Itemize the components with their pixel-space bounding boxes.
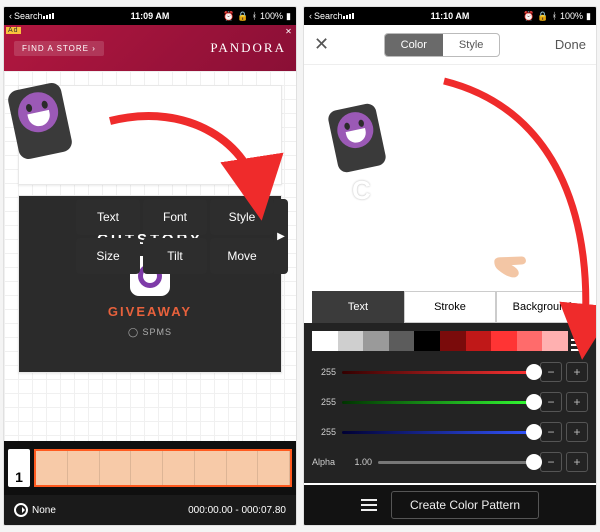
- segment-style[interactable]: Style: [443, 34, 499, 56]
- rotation-lock-icon: 🔒: [537, 11, 548, 22]
- pattern-bar: Create Color Pattern: [304, 485, 596, 525]
- slider-thumb[interactable]: [526, 394, 542, 410]
- done-button[interactable]: Done: [555, 37, 586, 52]
- battery-icon: ▮: [286, 11, 291, 22]
- phone-sticker[interactable]: [6, 81, 73, 161]
- swatch[interactable]: [363, 331, 389, 351]
- style-preview[interactable]: C: [304, 65, 596, 291]
- slider-thumb[interactable]: [526, 424, 542, 440]
- minus-button[interactable]: −: [540, 392, 562, 412]
- alarm-icon: ⏰: [223, 11, 234, 22]
- ad-brand: PANDORA: [210, 40, 286, 56]
- segment-color[interactable]: Color: [385, 34, 443, 56]
- popup-tilt[interactable]: Tilt: [143, 238, 207, 274]
- promo-sub: GIVEAWAY: [108, 304, 192, 319]
- swatch[interactable]: [312, 331, 338, 351]
- swatch[interactable]: [389, 331, 415, 351]
- smiley-face-icon: [334, 109, 377, 152]
- editor-canvas[interactable]: Text Font Style Size Tilt Move ▶ CUTSTOR…: [4, 71, 296, 441]
- banner-ad[interactable]: Ad FIND A STORE › PANDORA ✕: [4, 25, 296, 71]
- ad-cta[interactable]: FIND A STORE ›: [14, 41, 104, 56]
- status-time: 11:09 AM: [131, 11, 170, 21]
- blue-value: 255: [312, 427, 336, 437]
- slider-green[interactable]: 255 −+: [312, 389, 588, 415]
- signal-icon: [43, 13, 54, 19]
- green-value: 255: [312, 397, 336, 407]
- timeline[interactable]: 1: [4, 441, 296, 495]
- rotation-lock-icon: 🔒: [237, 11, 248, 22]
- swatch[interactable]: [338, 331, 364, 351]
- ios-status-bar: ‹ Search 11:10 AM ⏰ 🔒 ᚼ 100% ▮: [304, 7, 596, 25]
- red-value: 255: [312, 367, 336, 377]
- smiley-face-icon: [14, 88, 61, 135]
- minus-button[interactable]: −: [540, 362, 562, 382]
- minus-button[interactable]: −: [540, 452, 562, 472]
- left-screen: ‹ Search 11:09 AM ⏰ 🔒 ᚼ 100% ▮ Ad FIND A…: [3, 6, 297, 526]
- ad-close-icon[interactable]: ✕: [284, 27, 294, 37]
- battery-pct: 100%: [260, 11, 283, 21]
- plus-button[interactable]: +: [566, 362, 588, 382]
- minus-button[interactable]: −: [540, 422, 562, 442]
- signal-icon: [343, 13, 354, 19]
- clip-index[interactable]: 1: [8, 449, 30, 487]
- slider-thumb[interactable]: [526, 364, 542, 380]
- create-pattern-button[interactable]: Create Color Pattern: [391, 491, 539, 519]
- preview-text[interactable]: C: [352, 175, 371, 206]
- plus-button[interactable]: +: [566, 452, 588, 472]
- slider-alpha[interactable]: Alpha 1.00 −+: [312, 449, 588, 475]
- color-style-segment[interactable]: Color Style: [384, 33, 501, 57]
- red-track[interactable]: [342, 371, 534, 374]
- promo-credit: ◯ SPMS: [128, 327, 172, 338]
- clip-strip[interactable]: [34, 449, 292, 487]
- undo-icon: [14, 503, 28, 517]
- popup-size[interactable]: Size: [76, 238, 140, 274]
- status-back[interactable]: ‹ Search: [309, 11, 343, 21]
- popup-more-icon[interactable]: ▶: [274, 199, 288, 274]
- close-icon[interactable]: ✕: [314, 34, 329, 55]
- battery-icon: ▮: [586, 11, 591, 22]
- slider-thumb[interactable]: [526, 454, 542, 470]
- bluetooth-icon: ᚼ: [252, 11, 257, 21]
- plus-button[interactable]: +: [566, 392, 588, 412]
- bluetooth-icon: ᚼ: [552, 11, 557, 21]
- bottom-bar: None 000:00.00 - 000:07.80: [4, 495, 296, 525]
- battery-pct: 100%: [560, 11, 583, 21]
- plus-button[interactable]: +: [566, 422, 588, 442]
- tab-text[interactable]: Text: [312, 291, 404, 323]
- slider-blue[interactable]: 255 −+: [312, 419, 588, 445]
- annotation-arrow: [100, 107, 270, 222]
- green-track[interactable]: [342, 401, 534, 404]
- ad-tag: Ad: [6, 27, 21, 34]
- undo-button[interactable]: None: [14, 503, 56, 517]
- status-time: 11:10 AM: [431, 11, 470, 21]
- annotation-arrow: [424, 71, 597, 356]
- popup-move[interactable]: Move: [210, 238, 274, 274]
- phone-sticker[interactable]: [327, 102, 388, 174]
- style-header: ✕ Color Style Done: [304, 25, 596, 65]
- alpha-label: Alpha: [312, 457, 340, 467]
- ios-status-bar: ‹ Search 11:09 AM ⏰ 🔒 ᚼ 100% ▮: [4, 7, 296, 25]
- alpha-value: 1.00: [346, 457, 372, 467]
- blue-track[interactable]: [342, 431, 534, 434]
- right-screen: ‹ Search 11:10 AM ⏰ 🔒 ᚼ 100% ▮ ✕ Color S…: [303, 6, 597, 526]
- hamburger-icon[interactable]: [361, 499, 377, 511]
- slider-red[interactable]: 255 −+: [312, 359, 588, 385]
- time-range: 000:00.00 - 000:07.80: [188, 505, 286, 516]
- status-back[interactable]: ‹ Search: [9, 11, 43, 21]
- alpha-track[interactable]: [378, 461, 534, 464]
- alarm-icon: ⏰: [523, 11, 534, 22]
